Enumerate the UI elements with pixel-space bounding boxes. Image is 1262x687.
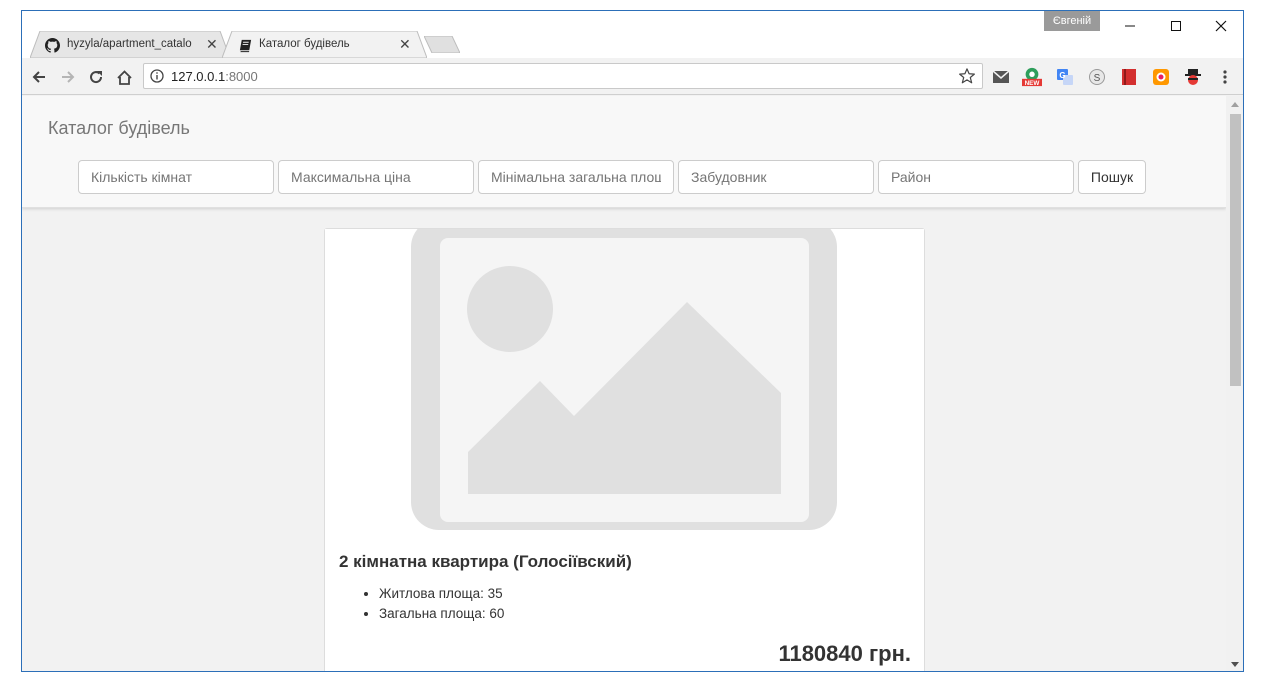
minimize-icon (1125, 25, 1135, 27)
tab-github[interactable]: hyzyla/apartment_catalo ✕ (30, 31, 230, 58)
photo-extension-icon[interactable] (1151, 67, 1171, 87)
home-icon (116, 69, 132, 85)
maximize-button[interactable] (1153, 15, 1199, 37)
maximize-icon (1171, 21, 1181, 31)
search-button[interactable]: Пошук (1078, 160, 1146, 194)
tab-title: hyzyla/apartment_catalo (67, 38, 192, 50)
tab-strip: hyzyla/apartment_catalo ✕ Каталог будіве… (22, 11, 1243, 58)
reload-icon (90, 71, 103, 84)
browser-window: hyzyla/apartment_catalo ✕ Каталог будіве… (21, 10, 1244, 672)
list-item: Житлова площа: 35 (379, 584, 504, 604)
svg-text:NEW: NEW (1025, 80, 1040, 87)
mail-icon[interactable] (991, 67, 1011, 87)
star-icon[interactable] (958, 67, 976, 85)
min-area-input[interactable] (478, 160, 674, 194)
window-close-button[interactable] (1198, 15, 1243, 37)
book-icon (238, 38, 253, 53)
url-host: 127.0.0.1 (171, 69, 226, 84)
new-extension-icon[interactable]: NEW (1022, 67, 1042, 87)
card-price: 1180840 грн. (778, 641, 911, 666)
url-port: :8000 (225, 69, 258, 84)
scroll-up-icon[interactable] (1231, 102, 1239, 107)
card-details-list: Житлова площа: 35 Загальна площа: 60 (379, 584, 504, 624)
close-icon (1215, 20, 1227, 32)
more-vertical-icon (1223, 70, 1227, 84)
placeholder-image-icon (325, 229, 924, 530)
address-bar[interactable]: 127.0.0.1:8000 (143, 63, 983, 89)
translate-icon[interactable]: G (1055, 67, 1075, 87)
info-icon[interactable] (150, 69, 164, 83)
github-icon (45, 38, 60, 53)
s-extension-icon[interactable]: S (1087, 67, 1107, 87)
new-tab-button[interactable] (424, 36, 460, 53)
page-scrollbar[interactable] (1226, 96, 1243, 671)
back-button[interactable] (28, 66, 50, 88)
browser-toolbar: 127.0.0.1:8000 NEW G S (22, 58, 1243, 95)
profile-badge[interactable]: Євгеній (1044, 11, 1100, 31)
list-item: Загальна площа: 60 (379, 604, 504, 624)
card-title: 2 кімнатна квартира (Голосіївский) (339, 552, 632, 571)
forward-button[interactable] (57, 66, 79, 88)
tab-title: Каталог будівель (259, 38, 350, 50)
svg-text:G: G (1059, 71, 1065, 80)
svg-text:S: S (1094, 73, 1101, 84)
reload-button[interactable] (85, 66, 107, 88)
minimize-button[interactable] (1107, 15, 1153, 37)
home-button[interactable] (113, 66, 135, 88)
url-text: 127.0.0.1:8000 (171, 69, 258, 84)
developer-input[interactable] (678, 160, 874, 194)
close-icon[interactable]: ✕ (206, 36, 218, 52)
menu-button[interactable] (1215, 67, 1235, 87)
apartment-card: 2 кімнатна квартира (Голосіївский) Житло… (324, 228, 925, 671)
max-price-input[interactable] (278, 160, 474, 194)
spy-extension-icon[interactable] (1183, 67, 1203, 87)
scroll-down-icon[interactable] (1231, 662, 1239, 667)
rooms-input[interactable] (78, 160, 274, 194)
site-navbar: Каталог будівель Пошук (22, 96, 1226, 208)
arrow-left-icon (32, 71, 45, 83)
site-brand[interactable]: Каталог будівель (48, 118, 190, 139)
book-extension-icon[interactable] (1119, 67, 1139, 87)
tab-catalog[interactable]: Каталог будівель ✕ (222, 31, 427, 58)
page-viewport: Каталог будівель Пошук 2 кімнатна кварти… (22, 96, 1226, 671)
arrow-right-icon (62, 71, 75, 83)
scroll-thumb[interactable] (1230, 114, 1241, 386)
close-icon[interactable]: ✕ (399, 36, 411, 52)
district-input[interactable] (878, 160, 1074, 194)
